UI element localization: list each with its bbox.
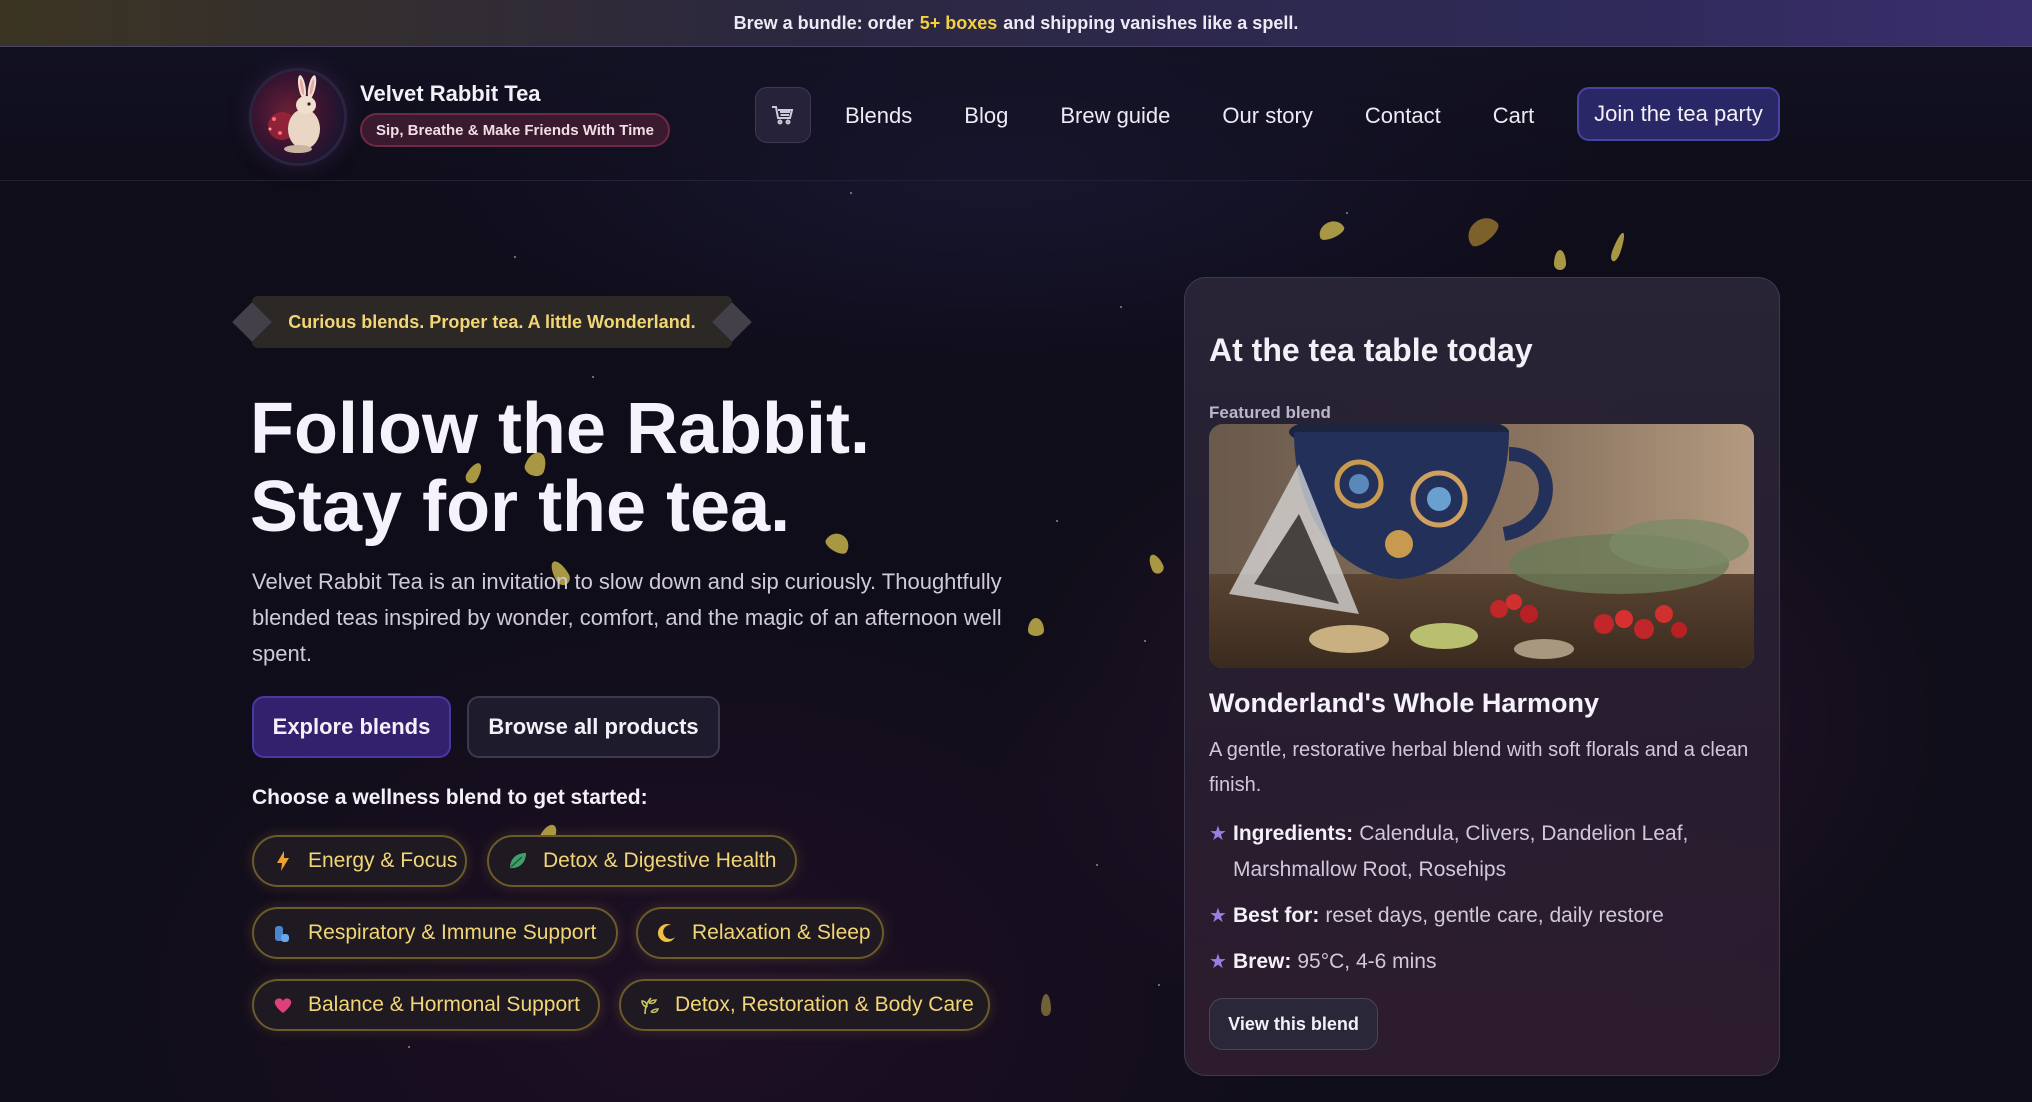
browse-products-button[interactable]: Browse all products	[467, 696, 720, 758]
featured-heading: At the tea table today	[1209, 332, 1533, 368]
rabbit-teapot-logo[interactable]	[252, 71, 344, 163]
join-tea-party-button[interactable]: Join the tea party	[1577, 87, 1780, 141]
chip-respiratory-immune[interactable]: Respiratory & Immune Support	[252, 907, 618, 959]
chip-detox-restoration[interactable]: Detox, Restoration & Body Care	[619, 979, 990, 1031]
promo-text-after: and shipping vanishes like a spell.	[1003, 12, 1299, 33]
featured-blend-name[interactable]: Wonderland's Whole Harmony	[1209, 688, 1599, 719]
brand-name[interactable]: Velvet Rabbit Tea	[360, 81, 541, 107]
star-sparkle-decoration	[592, 376, 594, 378]
star-bullet-icon: ★	[1209, 823, 1227, 845]
fact-value: reset days, gentle care, daily restore	[1325, 904, 1664, 927]
star-sparkle-decoration	[1158, 984, 1160, 986]
lightning-icon	[270, 848, 296, 874]
falling-leaf-decoration	[1041, 994, 1051, 1016]
main-nav: Blends Blog Brew guide Our story Contact…	[845, 99, 1534, 133]
featured-blend-description: A gentle, restorative herbal blend with …	[1209, 739, 1749, 796]
site-header: Velvet Rabbit Tea Sip, Breathe & Make Fr…	[0, 47, 2032, 181]
star-bullet-icon: ★	[1209, 905, 1227, 927]
cart-icon[interactable]	[755, 87, 811, 143]
star-sparkle-decoration	[1096, 864, 1098, 866]
fact-ingredients: ★ Ingredients: Calendula, Clivers, Dandel…	[1209, 816, 1757, 888]
hero-tag: Curious blends. Proper tea. A little Won…	[252, 296, 732, 348]
star-sparkle-decoration	[514, 256, 516, 258]
falling-leaf-decoration	[1461, 211, 1503, 251]
hero-title: Follow the Rabbit. Stay for the tea.	[250, 390, 1050, 546]
star-sparkle-decoration	[1346, 212, 1348, 214]
chip-balance-hormonal[interactable]: Balance & Hormonal Support	[252, 979, 600, 1031]
chip-label: Energy & Focus	[308, 849, 458, 872]
hero-title-line1: Follow the Rabbit.	[250, 389, 870, 469]
featured-kicker: Featured blend	[1209, 403, 1331, 422]
falling-leaf-decoration	[1609, 231, 1627, 263]
fact-label: Brew:	[1233, 950, 1292, 973]
heart-icon	[270, 992, 296, 1018]
explore-blends-button[interactable]: Explore blends	[252, 696, 451, 758]
hero-title-line2: Stay for the tea.	[250, 467, 791, 547]
chip-label: Balance & Hormonal Support	[308, 993, 580, 1016]
moon-icon	[654, 920, 680, 946]
star-sparkle-decoration	[850, 192, 852, 194]
brand-tagline: Sip, Breathe & Make Friends With Time	[360, 113, 670, 147]
view-blend-button[interactable]: View this blend	[1209, 998, 1378, 1050]
fact-best-for: ★ Best for: reset days, gentle care, dail…	[1209, 898, 1757, 934]
promo-highlight: 5+ boxes	[919, 12, 998, 33]
leaf-icon	[505, 848, 531, 874]
falling-leaf-decoration	[1146, 552, 1166, 576]
nav-brew-guide[interactable]: Brew guide	[1060, 99, 1170, 133]
chip-energy-focus[interactable]: Energy & Focus	[252, 835, 467, 887]
nav-contact[interactable]: Contact	[1365, 99, 1441, 133]
hero-description: Velvet Rabbit Tea is an invitation to sl…	[252, 569, 1002, 666]
fact-value: 95°C, 4-6 mins	[1297, 950, 1437, 973]
chip-label: Relaxation & Sleep	[692, 921, 871, 944]
hero-tag-text: Curious blends. Proper tea. A little Won…	[288, 311, 696, 332]
falling-leaf-decoration	[1028, 618, 1044, 636]
star-sparkle-decoration	[1120, 306, 1122, 308]
promo-text-before: Brew a bundle: order	[733, 12, 914, 33]
promo-bar: Brew a bundle: order 5+ boxes and shippi…	[0, 0, 2032, 47]
star-sparkle-decoration	[408, 1046, 410, 1048]
star-sparkle-decoration	[1056, 520, 1058, 522]
star-sparkle-decoration	[1144, 640, 1146, 642]
nav-blog[interactable]: Blog	[964, 99, 1008, 133]
featured-blend-facts: ★ Ingredients: Calendula, Clivers, Dandel…	[1209, 816, 1757, 990]
featured-blend-card: At the tea table today Featured blend Wo…	[1184, 277, 1780, 1076]
chip-detox-digestive[interactable]: Detox & Digestive Health	[487, 835, 797, 887]
nav-our-story[interactable]: Our story	[1222, 99, 1312, 133]
chip-label: Detox, Restoration & Body Care	[675, 993, 974, 1016]
chip-relaxation-sleep[interactable]: Relaxation & Sleep	[636, 907, 884, 959]
chip-label: Detox & Digestive Health	[543, 849, 777, 872]
lungs-icon	[270, 920, 296, 946]
fact-label: Ingredients:	[1233, 822, 1354, 845]
herb-icon	[637, 992, 663, 1018]
chip-label: Respiratory & Immune Support	[308, 921, 597, 944]
fact-brew: ★ Brew: 95°C, 4-6 mins	[1209, 944, 1757, 980]
teacup-and-herbs-photo	[1209, 424, 1754, 668]
falling-leaf-decoration	[1554, 250, 1566, 270]
nav-cart[interactable]: Cart	[1493, 99, 1535, 133]
wellness-chooser-label: Choose a wellness blend to get started:	[252, 786, 648, 809]
fact-label: Best for:	[1233, 904, 1320, 927]
star-bullet-icon: ★	[1209, 951, 1227, 973]
falling-leaf-decoration	[1315, 217, 1347, 243]
nav-blends[interactable]: Blends	[845, 99, 912, 133]
